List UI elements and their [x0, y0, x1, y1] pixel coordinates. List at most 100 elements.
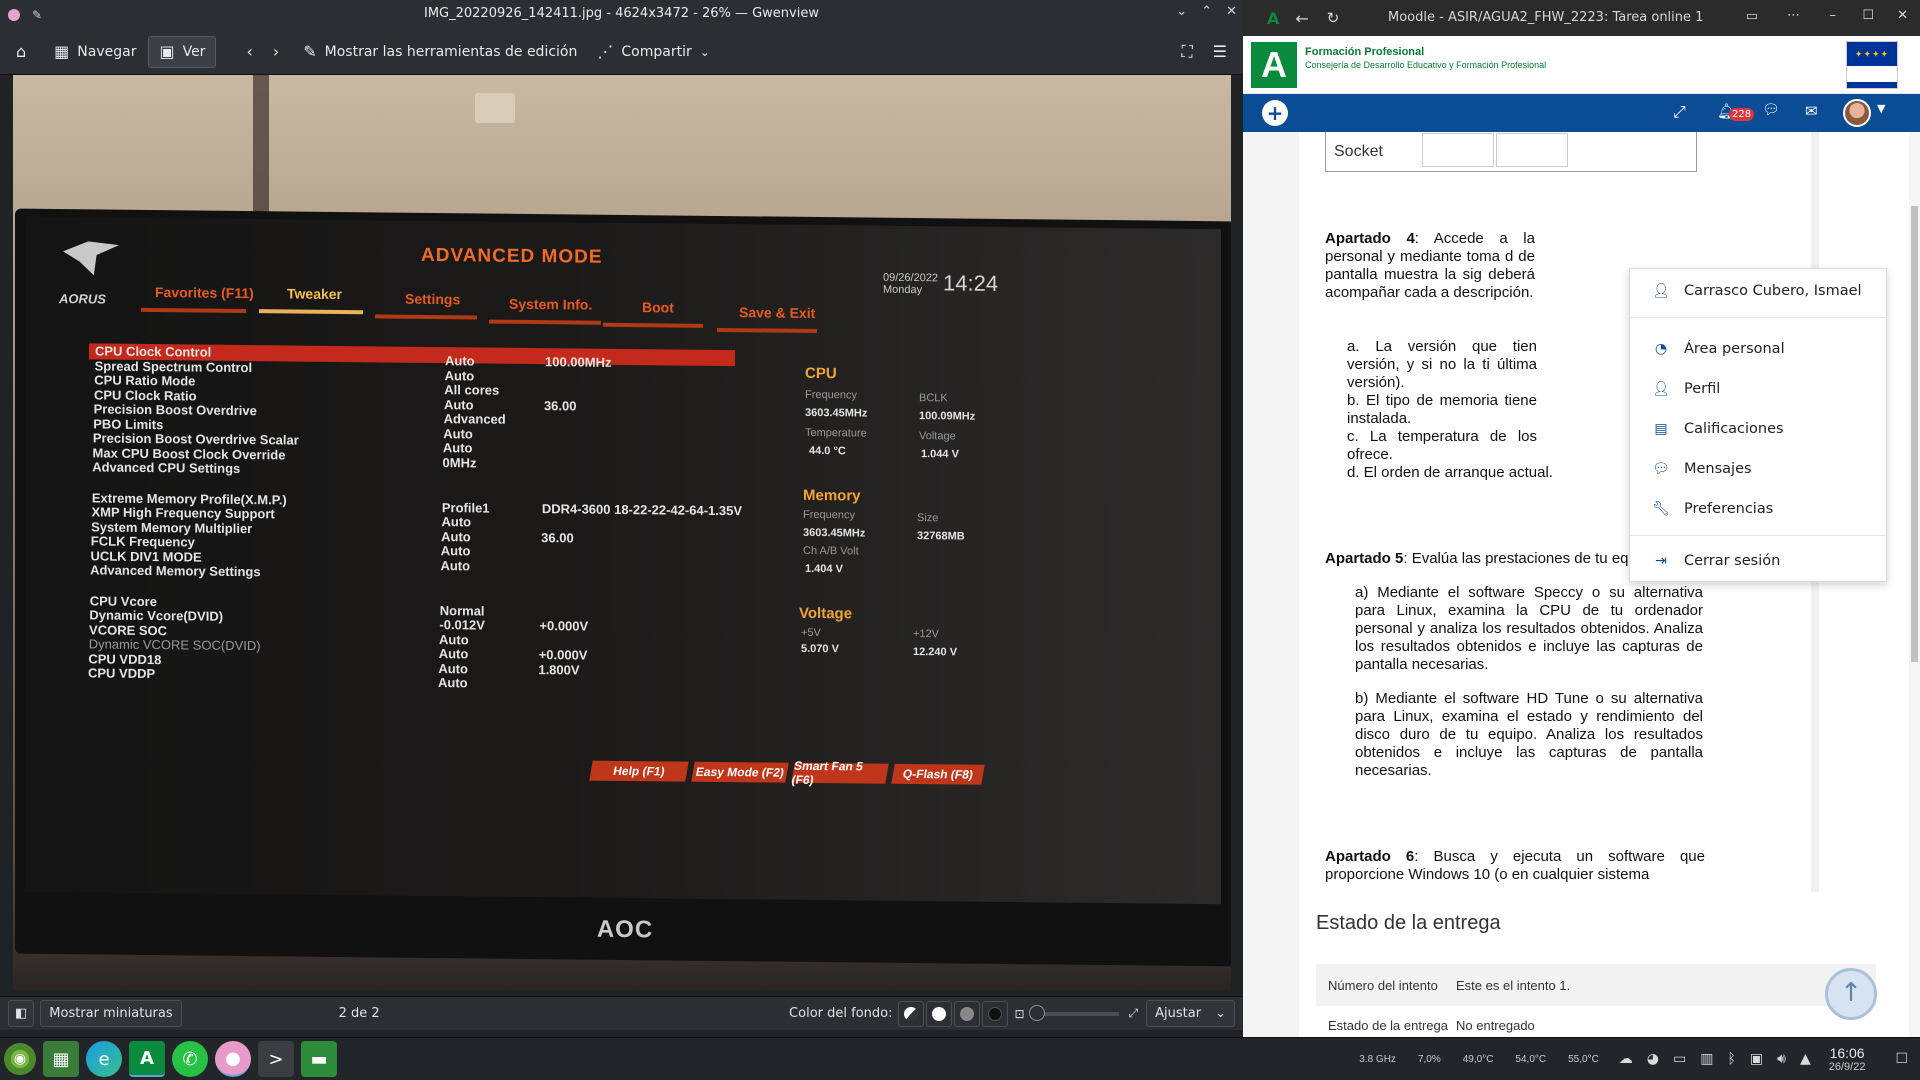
close-icon[interactable]: ✕: [1897, 8, 1908, 23]
add-block-button[interactable]: +: [1262, 100, 1288, 126]
hamburger-menu-button[interactable]: ☰: [1203, 36, 1237, 68]
back-icon[interactable]: ←: [1295, 9, 1308, 28]
menu-item-area-personal[interactable]: ◔ Área personal: [1630, 331, 1886, 367]
bluetooth-icon[interactable]: ᛒ: [1727, 1051, 1735, 1067]
clock[interactable]: 16:06 26/9/22: [1829, 1045, 1866, 1073]
logout-menu-item[interactable]: ⇥ Cerrar sesión: [1630, 543, 1886, 579]
bios-setting-value: Auto: [443, 396, 474, 412]
chevron-right-icon: ›: [272, 42, 280, 61]
scrollbar-thumb[interactable]: [1911, 206, 1918, 662]
share-button[interactable]: ⋰ Compartir ⌄: [587, 36, 719, 68]
view-button[interactable]: ▣ Ver: [148, 35, 217, 68]
more-options-icon[interactable]: ⋯: [1787, 8, 1800, 23]
terminal-tray-icon[interactable]: ▭: [1673, 1051, 1686, 1067]
gwenview-taskbar-button[interactable]: ●: [215, 1041, 251, 1077]
expand-icon[interactable]: ⤢: [1673, 102, 1686, 122]
zoom-slider-handle[interactable]: [1028, 1004, 1045, 1021]
taskbar: ◉ ▦ e A ✆ ● > ▬ 3.8 GHz 7,0% 49,0°C 54,0…: [0, 1037, 1920, 1080]
background-color-label: Color del fondo:: [789, 1006, 893, 1021]
junta-logo[interactable]: A: [1251, 42, 1297, 88]
show-desktop-button[interactable]: ☐: [1895, 1051, 1908, 1067]
volume-icon[interactable]: 🔊︎: [1777, 1051, 1786, 1067]
browse-button[interactable]: ▦ Navegar: [44, 36, 146, 68]
previous-button[interactable]: ‹: [236, 36, 262, 68]
sidebar-toggle-button[interactable]: ◧: [8, 1000, 35, 1027]
zoom-to-fit-icon[interactable]: ⊡: [1014, 1007, 1024, 1021]
bios-tab-favorites: Favorites (F11): [155, 284, 254, 302]
submission-heading: Estado de la entrega: [1316, 912, 1501, 934]
bg-gray-swatch[interactable]: [954, 1000, 981, 1027]
color-picker-icon[interactable]: ◕: [1647, 1051, 1659, 1067]
back-to-top-button[interactable]: ↑: [1825, 968, 1877, 1020]
edge-browser-button[interactable]: e: [86, 1041, 122, 1077]
bios-setting-value: Normal: [439, 602, 485, 619]
close-icon[interactable]: ✕: [1226, 4, 1237, 19]
menu-item-calificaciones[interactable]: ▤ Calificaciones: [1630, 411, 1886, 447]
fullscreen-button[interactable]: ⛶: [1171, 36, 1202, 68]
minimize-icon[interactable]: ⌄: [1176, 4, 1187, 19]
desktop-icon: ☐: [1895, 1051, 1908, 1067]
bg-auto-swatch[interactable]: [898, 1000, 925, 1027]
menu-item-perfil[interactable]: 👤︎ Perfil: [1630, 371, 1886, 407]
zoom-fill-icon[interactable]: ⤢: [1129, 1006, 1139, 1021]
maximize-icon[interactable]: ☐: [1862, 8, 1874, 23]
bios-setting-value: Auto: [438, 675, 468, 691]
menu-item-mensajes[interactable]: 💬︎ Mensajes: [1630, 451, 1886, 487]
show-thumbnails-button[interactable]: Mostrar miniaturas: [40, 1000, 182, 1027]
menu-item-label: Perfil: [1684, 381, 1721, 397]
bios-setting-extra: 100.00MHz: [545, 354, 612, 370]
app-launcher-button[interactable]: ◉: [4, 1043, 36, 1075]
bios-setting-value: Auto: [439, 631, 469, 647]
monitor: AORUS ADVANCED MODE Favorites (F11) Twea…: [15, 208, 1231, 967]
avatar[interactable]: [1843, 99, 1871, 127]
cpu-load: 7,0%: [1417, 1053, 1441, 1065]
moodle-app-icon: A: [1267, 8, 1280, 28]
page-scrollbar[interactable]: [1909, 132, 1920, 1037]
menu-item-preferencias[interactable]: 🔧︎ Preferencias: [1630, 491, 1886, 527]
apartado-5b: b) Mediante el software HD Tune o su alt…: [1355, 690, 1703, 779]
view-label: Ver: [182, 43, 206, 60]
bios-setting-value: Advanced: [443, 411, 506, 427]
minimize-icon[interactable]: –: [1830, 8, 1837, 23]
bios-setting-extra: DDR4-3600 18-22-22-42-64-1.35V: [541, 500, 743, 518]
file-manager-button[interactable]: ▬: [301, 1041, 337, 1077]
pin-icon[interactable]: ✎: [32, 8, 42, 22]
home-icon: ⌂: [16, 42, 27, 61]
pencil-icon: ✎: [303, 42, 317, 61]
chevron-down-icon[interactable]: ▼: [1877, 102, 1885, 115]
clipboard-icon[interactable]: ▥: [1700, 1051, 1713, 1067]
edit-tools-button[interactable]: ✎ Mostrar las herramientas de edición: [293, 36, 587, 68]
whatsapp-button[interactable]: ✆: [172, 1041, 208, 1077]
zoom-slider[interactable]: [1028, 1004, 1119, 1021]
chevron-down-icon: ⌄: [699, 44, 710, 59]
whatsapp-icon: ✆: [182, 1048, 198, 1070]
tray-expand-icon[interactable]: ▲: [1800, 1051, 1811, 1067]
terminal-button[interactable]: >: [258, 1041, 294, 1077]
system-monitor[interactable]: 3.8 GHz 7,0% 49,0°C 54,0°C 55,0°C: [1359, 1054, 1599, 1065]
user-icon: 👤︎: [1652, 283, 1670, 299]
reload-icon[interactable]: ↻: [1327, 9, 1340, 27]
chat-icon[interactable]: 💬︎: [1762, 102, 1780, 118]
user-profile-link[interactable]: 👤︎ Carrasco Cubero, Ismael: [1630, 273, 1886, 309]
home-button[interactable]: ⌂: [6, 36, 36, 68]
moodle-app-button[interactable]: A: [129, 1041, 165, 1077]
network-icon[interactable]: ▣: [1750, 1051, 1763, 1067]
gwenview-app-icon[interactable]: [8, 8, 20, 21]
org-title: Formación Profesional: [1305, 46, 1425, 58]
install-app-icon[interactable]: ▭: [1746, 9, 1758, 24]
maximize-icon[interactable]: ⌃: [1201, 4, 1212, 19]
pager-button[interactable]: ▦: [43, 1041, 79, 1077]
menu-divider: [1630, 317, 1886, 318]
list-item: b. El tipo de memoria tiene instalada.: [1347, 392, 1537, 427]
bios-mem-volt: 1.404 V: [805, 562, 843, 576]
bg-black-swatch[interactable]: [982, 1000, 1009, 1027]
bg-white-swatch[interactable]: [926, 1000, 953, 1027]
zoom-mode-select[interactable]: Ajustar ⌄: [1146, 1000, 1235, 1027]
image-canvas[interactable]: AORUS ADVANCED MODE Favorites (F11) Twea…: [13, 75, 1231, 990]
bios-setting-name: CPU Vcore: [89, 592, 157, 609]
cloud-icon[interactable]: ☁: [1619, 1051, 1633, 1067]
grid-icon: ▦: [54, 42, 70, 61]
next-button[interactable]: ›: [263, 36, 289, 68]
messages-envelope-icon[interactable]: ✉: [1805, 102, 1818, 120]
bios-mem-freq-label: Frequency: [803, 508, 855, 522]
